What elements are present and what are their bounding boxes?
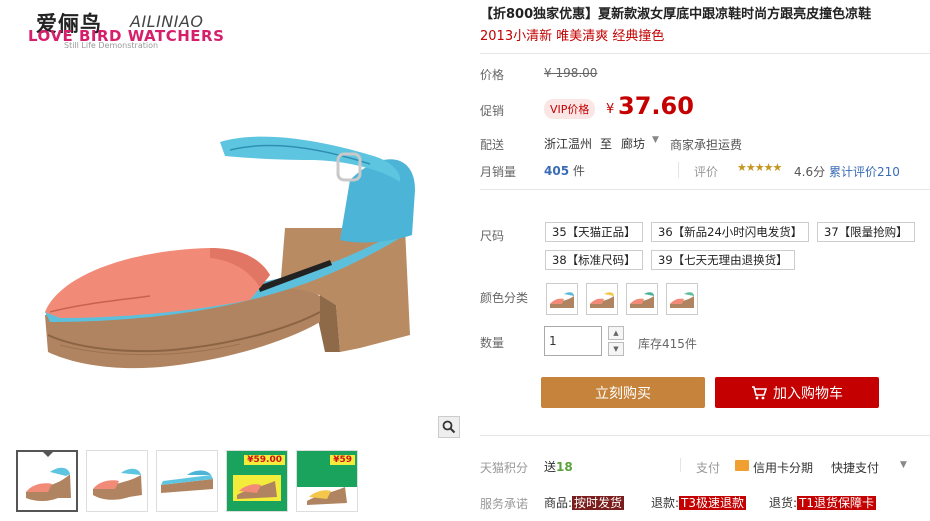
chevron-down-icon[interactable]: ▼ xyxy=(900,460,907,470)
points-value: 18 xyxy=(556,460,573,474)
quantity-decrease-button[interactable]: ▼ xyxy=(608,342,624,356)
buy-now-label: 立刻购买 xyxy=(595,385,651,402)
original-price: ¥ 198.00 xyxy=(544,66,598,80)
zoom-button[interactable] xyxy=(438,416,460,438)
payment-label: 支付 xyxy=(696,461,721,475)
service-label: 服务承诺 xyxy=(480,497,529,511)
product-title: 【折800独家优惠】夏新款淑女厚底中跟凉鞋时尚方跟亮皮撞色凉鞋 xyxy=(480,7,872,22)
thumbnail-promo-2[interactable]: ¥59 xyxy=(296,450,358,512)
tmall-points: 送18 xyxy=(544,458,573,475)
thumbnail-strip: ¥59.00 ¥59 xyxy=(16,450,358,512)
credit-card-installment-link[interactable]: 信用卡分期 xyxy=(753,459,813,476)
main-product-image[interactable] xyxy=(20,60,450,420)
ship-from: 浙江温州 xyxy=(544,137,593,151)
sales-label: 月销量 xyxy=(480,165,517,179)
star-rating-icon: ★★★★★ xyxy=(737,161,782,174)
divider xyxy=(680,458,681,472)
divider xyxy=(480,53,930,54)
thumbnail-3[interactable] xyxy=(156,450,218,512)
thumbnail-promo-1[interactable]: ¥59.00 xyxy=(226,450,288,512)
color-label: 颜色分类 xyxy=(480,291,529,305)
points-prefix: 送 xyxy=(544,460,557,474)
ship-to-word: 至 xyxy=(600,137,613,151)
magnifier-icon xyxy=(442,420,456,434)
service-item-shipping: 商品: 按时发货 xyxy=(544,494,625,511)
promo-label: 促销 xyxy=(480,104,505,118)
service-prefix: 退款: xyxy=(651,496,680,510)
currency-symbol: ¥ xyxy=(606,102,615,117)
size-option-36[interactable]: 36【新品24小时闪电发货】 xyxy=(651,222,810,242)
brand-logo: 爱俪鸟 AILINIAO LOVE BIRD WATCHERS Still Li… xyxy=(28,8,228,50)
quantity-label: 数量 xyxy=(480,336,505,350)
size-option-38[interactable]: 38【标准尺码】 xyxy=(545,250,643,270)
brand-tagline: Still Life Demonstration xyxy=(64,41,159,50)
stock-count: 库存415件 xyxy=(638,337,697,351)
monthly-sales: 405 件 xyxy=(544,162,585,179)
sales-unit: 件 xyxy=(572,164,585,178)
price-label: 价格 xyxy=(480,68,505,82)
promo-price: 37.60 xyxy=(618,92,694,120)
rating-label: 评价 xyxy=(694,165,719,179)
ship-to-selector[interactable]: 廊坊 xyxy=(621,135,645,152)
service-prefix: 退货: xyxy=(769,496,798,510)
credit-card-icon xyxy=(735,460,749,471)
product-details: 【折800独家优惠】夏新款淑女厚底中跟凉鞋时尚方跟亮皮撞色凉鞋 2013小清新 … xyxy=(480,0,930,521)
rating-value: 4.6分 xyxy=(794,165,826,179)
buy-now-button[interactable]: 立刻购买 xyxy=(541,377,705,408)
quantity-increase-button[interactable]: ▲ xyxy=(608,326,624,340)
quick-pay-link[interactable]: 快捷支付 xyxy=(831,459,879,476)
reviews-link[interactable]: 累计评价210 xyxy=(829,163,900,180)
service-item-return: 退货: T1退货保障卡 xyxy=(769,494,877,511)
service-prefix: 商品: xyxy=(544,496,573,510)
quantity-input[interactable] xyxy=(544,326,602,356)
vip-badge: VIP价格 xyxy=(544,99,596,119)
points-label: 天猫积分 xyxy=(480,461,529,475)
add-to-cart-button[interactable]: 加入购物车 xyxy=(715,377,879,408)
size-label: 尺码 xyxy=(480,229,505,243)
divider xyxy=(480,189,930,190)
cart-icon xyxy=(752,385,767,399)
color-swatch-4[interactable] xyxy=(666,283,698,315)
color-swatch-3[interactable] xyxy=(626,283,658,315)
chevron-down-icon[interactable]: ▼ xyxy=(652,135,659,145)
size-option-35[interactable]: 35【天猫正品】 xyxy=(545,222,643,242)
thumbnail-1[interactable] xyxy=(16,450,78,512)
color-swatch-2[interactable] xyxy=(586,283,618,315)
size-option-39[interactable]: 39【七天无理由退换货】 xyxy=(651,250,795,270)
thumbnail-2[interactable] xyxy=(86,450,148,512)
add-to-cart-label: 加入购物车 xyxy=(773,385,843,402)
size-option-37[interactable]: 37【限量抢购】 xyxy=(817,222,915,242)
product-gallery: 爱俪鸟 AILINIAO LOVE BIRD WATCHERS Still Li… xyxy=(0,0,462,521)
shipping-fee: 商家承担运费 xyxy=(670,138,743,152)
color-swatch-1[interactable] xyxy=(546,283,578,315)
service-item-refund: 退款: T3极速退款 xyxy=(651,494,747,511)
service-tag[interactable]: T1退货保障卡 xyxy=(797,496,877,510)
sales-count: 405 xyxy=(544,164,570,178)
service-tag[interactable]: T3极速退款 xyxy=(679,496,747,510)
divider xyxy=(678,162,679,178)
divider xyxy=(480,435,930,436)
service-tag[interactable]: 按时发货 xyxy=(572,496,625,510)
product-subtitle: 2013小清新 唯美清爽 经典撞色 xyxy=(480,29,665,44)
delivery-label: 配送 xyxy=(480,138,505,152)
